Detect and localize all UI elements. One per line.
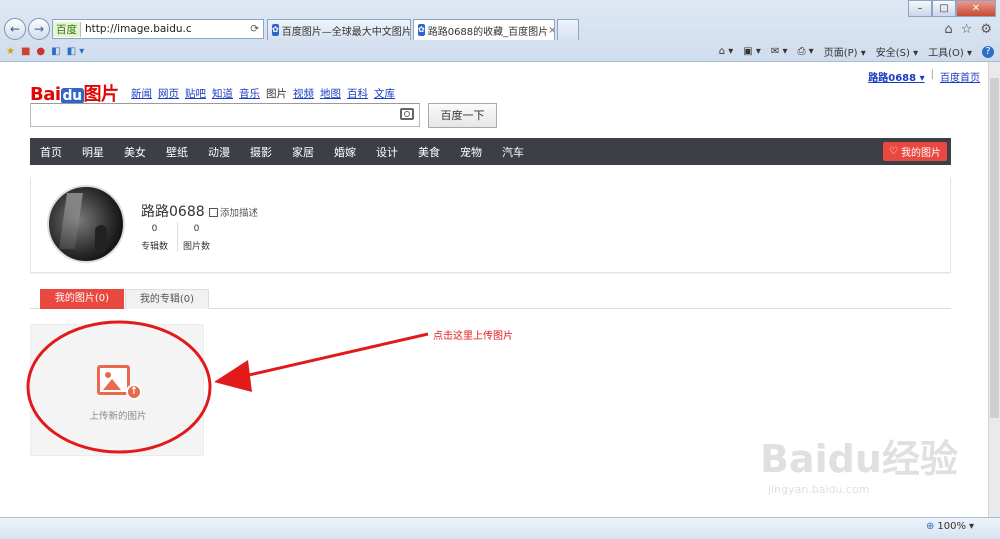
category-stars[interactable]: 明星 xyxy=(82,144,104,160)
baidu-jingyan-watermark: Baidu经验 jingyan.baidu.com xyxy=(760,437,958,496)
category-nav: 首页 明星 美女 壁纸 动漫 摄影 家居 婚嫁 设计 美食 宠物 汽车 ♡ 我的… xyxy=(30,138,951,165)
upload-arrow-icon: ↑ xyxy=(126,384,142,400)
profile-name: 路路0688 xyxy=(141,204,205,220)
baidu-favicon-icon: ✿ xyxy=(272,24,279,36)
browser-chrome: – □ ✕ ← → 百度 http://image.baidu.c ⟳ ✿ 百度… xyxy=(0,0,1000,62)
print-icon[interactable]: ⎙ ▾ xyxy=(798,46,814,57)
avatar[interactable] xyxy=(47,185,125,263)
annotation-arrow-line xyxy=(235,332,429,380)
upload-new-picture-tile[interactable]: ↑ 上传新的图片 xyxy=(30,324,204,456)
home-icon[interactable]: ⌂ ▾ xyxy=(719,46,734,57)
pictures-count: 0 xyxy=(193,224,200,234)
page-menu[interactable]: 页面(P) ▾ xyxy=(824,44,866,59)
category-design[interactable]: 设计 xyxy=(376,144,398,160)
add-description-link[interactable]: 添加描述 xyxy=(209,205,258,219)
category-wedding[interactable]: 婚嫁 xyxy=(334,144,356,160)
nav-link-zhidao[interactable]: 知道 xyxy=(212,86,233,101)
site-shortcut-icon[interactable]: ● xyxy=(36,46,45,57)
tab-label: 路路0688的收藏_百度图片 xyxy=(427,26,549,38)
profile-card: 路路0688 添加描述 0 专辑数 0 图片数 xyxy=(30,177,951,273)
address-bar[interactable]: 百度 http://image.baidu.c ⟳ xyxy=(52,19,264,39)
nav-link-tieba[interactable]: 贴吧 xyxy=(185,86,206,101)
minimize-button[interactable]: – xyxy=(908,0,932,17)
tools-menu[interactable]: 工具(O) ▾ xyxy=(928,44,972,59)
page-content: Bai du 图片 新闻 网页 贴吧 知道 音乐 图片 视频 地图 百科 文库 路路… xyxy=(0,62,988,517)
site-shortcut-icon[interactable]: ■ xyxy=(21,46,30,57)
site-shortcut-icon[interactable]: ◧ xyxy=(51,46,60,57)
favorites-star-icon[interactable]: ☆ xyxy=(961,22,973,37)
mail-icon[interactable]: ✉ ▾ xyxy=(771,46,788,57)
close-button[interactable]: ✕ xyxy=(956,0,996,17)
zoom-control[interactable]: ⊕ 100% ▾ xyxy=(926,521,974,532)
camera-icon[interactable] xyxy=(400,108,414,120)
my-pictures-button[interactable]: ♡ 我的图片 xyxy=(883,142,947,161)
category-food[interactable]: 美食 xyxy=(418,144,440,160)
settings-gear-icon[interactable]: ⚙ xyxy=(980,22,992,37)
category-home-decor[interactable]: 家居 xyxy=(292,144,314,160)
search-input[interactable] xyxy=(30,103,420,127)
category-wallpaper[interactable]: 壁纸 xyxy=(166,144,188,160)
category-anime[interactable]: 动漫 xyxy=(208,144,230,160)
upload-label: 上传新的图片 xyxy=(89,411,147,422)
heart-icon: ♡ xyxy=(889,146,898,157)
safety-menu[interactable]: 安全(S) ▾ xyxy=(876,44,918,59)
albums-label: 专辑数 xyxy=(141,242,169,252)
annotation-arrow-head xyxy=(214,360,252,392)
category-beauty[interactable]: 美女 xyxy=(124,144,146,160)
nav-link-wenku[interactable]: 文库 xyxy=(374,86,395,101)
home-icon[interactable]: ⌂ xyxy=(944,22,952,37)
back-button[interactable]: ← xyxy=(4,18,26,40)
nav-link-web[interactable]: 网页 xyxy=(158,86,179,101)
albums-count: 0 xyxy=(151,224,158,234)
nav-link-news[interactable]: 新闻 xyxy=(131,86,152,101)
category-pets[interactable]: 宠物 xyxy=(460,144,482,160)
rss-icon[interactable]: ▣ ▾ xyxy=(743,46,761,57)
nav-link-images: 图片 xyxy=(266,88,287,100)
address-text[interactable]: http://image.baidu.c xyxy=(85,23,192,35)
separator: | xyxy=(930,69,934,80)
vertical-scrollbar[interactable] xyxy=(988,62,1000,517)
search-provider-badge[interactable]: 百度 xyxy=(53,21,81,37)
pictures-stat: 0 图片数 xyxy=(183,224,210,252)
search-button[interactable]: 百度一下 xyxy=(428,103,497,128)
tab-my-pictures[interactable]: 我的图片(0) xyxy=(40,289,124,309)
pictures-label: 图片数 xyxy=(183,242,211,252)
user-menu[interactable]: 路路0688 ▾ xyxy=(868,69,924,84)
category-home[interactable]: 首页 xyxy=(40,144,62,160)
tab-my-collection[interactable]: ✿ 路路0688的收藏_百度图片 × xyxy=(413,19,555,40)
annotation-hint: 点击这里上传图片 xyxy=(433,331,513,342)
category-cars[interactable]: 汽车 xyxy=(502,144,524,160)
tab-close-icon[interactable]: × xyxy=(548,25,554,36)
maximize-button[interactable]: □ xyxy=(932,0,956,17)
window-controls: – □ ✕ xyxy=(908,0,996,17)
product-nav: 新闻 网页 贴吧 知道 音乐 图片 视频 地图 百科 文库 xyxy=(131,86,395,101)
stat-divider xyxy=(177,222,178,252)
user-links: 路路0688 ▾ | 百度首页 xyxy=(868,69,980,84)
new-tab-button[interactable] xyxy=(557,19,579,40)
favorites-star-icon[interactable]: ★ xyxy=(6,46,15,57)
scrollbar-thumb[interactable] xyxy=(990,78,999,418)
nav-link-map[interactable]: 地图 xyxy=(320,86,341,101)
zoom-icon: ⊕ xyxy=(925,521,935,532)
tab-my-albums[interactable]: 我的专辑(0) xyxy=(125,289,209,309)
nav-link-music[interactable]: 音乐 xyxy=(239,86,260,101)
baidu-favicon-icon: ✿ xyxy=(418,24,425,36)
help-icon[interactable]: ? xyxy=(982,45,994,58)
nav-link-video[interactable]: 视频 xyxy=(293,86,314,101)
site-shortcut-icon[interactable]: ◧ ▾ xyxy=(67,46,85,57)
tab-label: 百度图片—全球最大中文图片库 xyxy=(281,26,411,38)
refresh-icon[interactable]: ⟳ xyxy=(250,23,259,35)
profile-tabs: 我的图片(0) 我的专辑(0) xyxy=(30,289,951,309)
command-bar: ★ ■ ● ◧ ◧ ▾ ⌂ ▾ ▣ ▾ ✉ ▾ ⎙ ▾ 页面(P) ▾ 安全(S… xyxy=(0,41,1000,62)
status-bar: ⊕ 100% ▾ xyxy=(0,517,1000,539)
nav-link-baike[interactable]: 百科 xyxy=(347,86,368,101)
category-photography[interactable]: 摄影 xyxy=(250,144,272,160)
forward-button[interactable]: → xyxy=(28,18,50,40)
edit-icon xyxy=(209,207,218,217)
baidu-home-link[interactable]: 百度首页 xyxy=(940,69,980,84)
albums-stat: 0 专辑数 xyxy=(141,224,168,252)
tab-baidu-images[interactable]: ✿ 百度图片—全球最大中文图片库 xyxy=(267,19,411,40)
